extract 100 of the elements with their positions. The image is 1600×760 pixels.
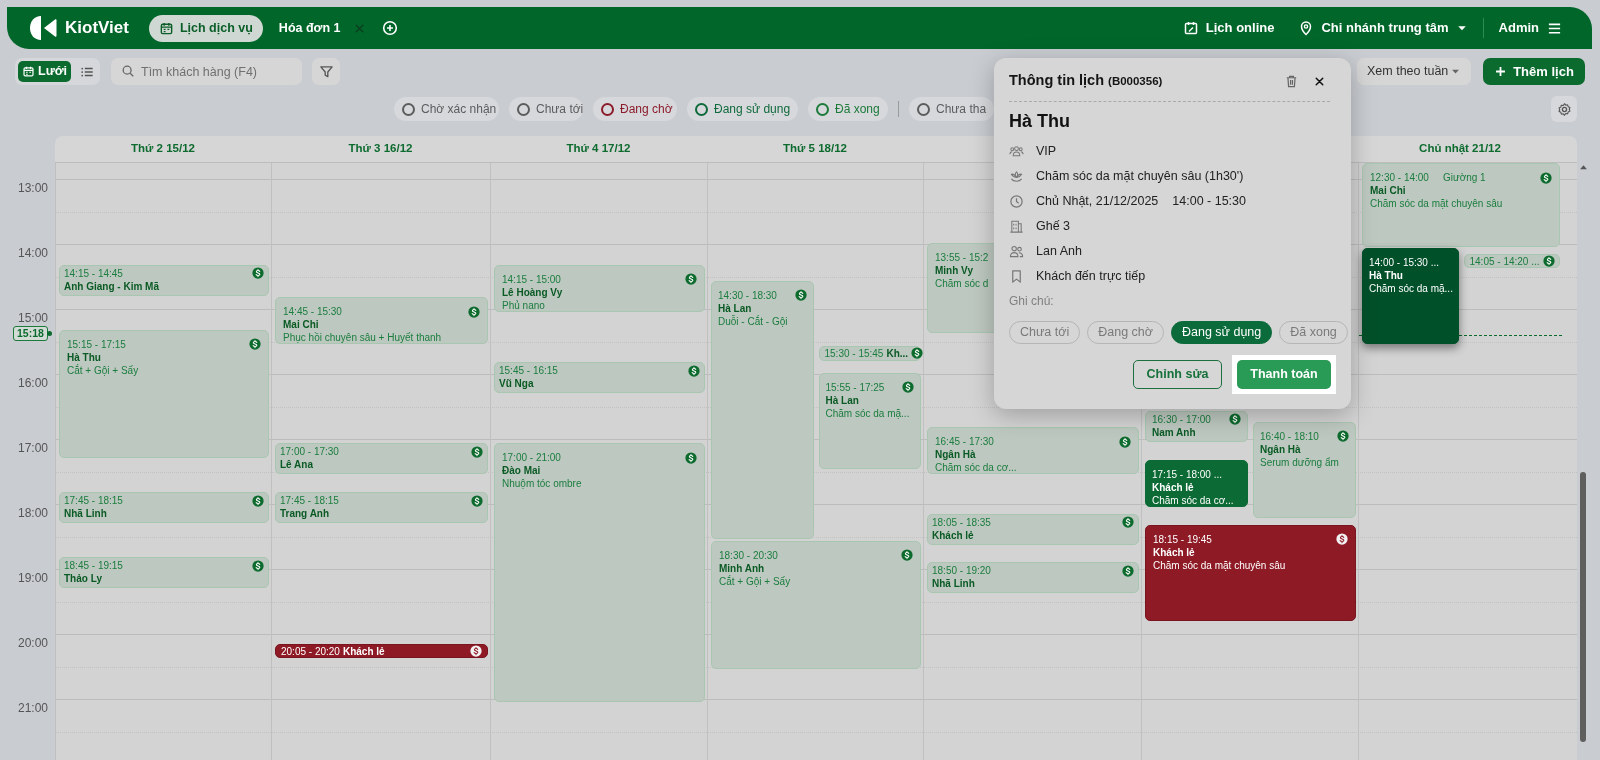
appointment-card[interactable]: 20:05 - 20:20 Khách lẻ (275, 643, 488, 659)
appointment-card[interactable]: 18:05 - 18:35 Khách lẻ (927, 513, 1139, 545)
customer-name: Anh Giang - Kim Mã (64, 279, 159, 293)
appointment-card[interactable]: 15:45 - 16:15 Vũ Nga (494, 362, 705, 394)
scrollbar-thumb[interactable] (1580, 472, 1586, 742)
appointment-card[interactable]: 18:45 - 19:15 Thảo Ly (59, 557, 269, 589)
tab[interactable]: Hóa đơn 1 (270, 14, 349, 42)
online-booking-link[interactable]: Lịch online (1182, 18, 1275, 38)
appointment-time: 14:15 - 14:45 (64, 266, 123, 280)
calendar-icon (1182, 20, 1199, 36)
appointment-card[interactable]: 17:00 - 17:30 Lê Ana (275, 443, 488, 475)
appointment-card[interactable]: 14:45 - 15:30 Mai Chi Phục hồi chuyên sâu + Huyết thanh (275, 297, 488, 345)
appointment-card[interactable]: 18:15 - 19:45 Khách lẻ Chăm sóc da mặt chuyên sâu (1145, 524, 1356, 621)
bed-label: Giường 1 (1442, 171, 1486, 184)
menu-icon (1547, 20, 1562, 36)
appointment-time: 18:05 - 18:35 (932, 515, 991, 529)
appointment-time: 17:45 - 18:15 (64, 494, 123, 508)
appointment-time: 14:15 - 15:00 (502, 272, 561, 286)
status-filter-chip[interactable]: Chưa tha (909, 97, 995, 121)
customer-name: Vũ Nga (499, 377, 534, 391)
add-appointment-button[interactable]: Thêm lịch (1483, 58, 1585, 85)
time-label: 21:00 (18, 701, 49, 716)
appointment-card[interactable]: 17:00 - 21:00 Đào Mai Nhuộm tóc ombre (494, 443, 705, 702)
service-name: Chăm sóc da mặ... (825, 406, 910, 420)
appointment-card[interactable]: 15:55 - 17:25 Hà Lan Chăm sóc da mặ... (818, 372, 921, 469)
grid-view-button[interactable]: Lưới (18, 61, 72, 82)
trash-icon[interactable] (1284, 73, 1299, 89)
search-field[interactable]: Tìm khách hàng (F4) (111, 58, 302, 85)
add-tab-icon[interactable] (381, 20, 398, 36)
appointment-time: 17:15 - 18:00 ... (1152, 467, 1223, 481)
time-label: 15:00 (18, 311, 49, 326)
appointment-time: 16:40 - 18:10 (1260, 429, 1319, 443)
scroll-up-icon[interactable] (1579, 163, 1588, 172)
time-range: 14:00 - 15:30 (1172, 193, 1246, 211)
customer-name: Khách lẻ (932, 528, 974, 542)
appointment-time: 15:15 - 17:15 (67, 337, 126, 351)
status-filter-chip[interactable]: Đang chờ (593, 97, 677, 121)
detail-text: VIP (1036, 143, 1057, 161)
branch-dropdown[interactable]: Chi nhánh trung tâm (1298, 18, 1468, 38)
appointment-card[interactable]: 14:00 - 15:30 ... Hà Thu Chăm sóc da mặ... (1362, 248, 1459, 345)
customer-name: Minh Vy (935, 263, 973, 277)
appointment-time: 15:45 - 16:15 (499, 364, 558, 378)
time-label: 18:00 (18, 506, 49, 521)
customer-name: Khách lẻ (1152, 480, 1194, 494)
time-label: 17:00 (18, 441, 49, 456)
appointment-card[interactable]: 14:05 - 14:20 ... (1463, 253, 1560, 269)
view-mode-dropdown[interactable]: Xem theo tuần (1357, 58, 1471, 85)
settings-button[interactable] (1551, 96, 1577, 122)
appointment-card[interactable]: 17:45 - 18:15 Nhã Linh (59, 492, 269, 524)
group-icon (1009, 144, 1024, 159)
customer-name: Ngân Hà (935, 448, 976, 462)
customer-name: Hà Lan (825, 393, 859, 407)
appointment-card[interactable]: 18:30 - 20:30 Minh Anh Cắt + Gội + Sấy (711, 540, 921, 670)
appointment-card[interactable]: 14:15 - 14:45 Anh Giang - Kim Mã (59, 264, 269, 296)
customer-name: Kh... (886, 346, 909, 361)
calendar-icon (158, 20, 174, 36)
status-filter-chip[interactable]: Đang sử dụng (687, 97, 798, 121)
customer-name: Hà Thu (1009, 110, 1070, 132)
user-menu[interactable]: Admin (1498, 18, 1562, 38)
appointment-card[interactable]: 16:40 - 18:10 Ngân Hà Serum dưỡng ẩm (1253, 421, 1356, 518)
appointment-time: 17:00 - 21:00 (502, 451, 561, 465)
service-name: Phủ nano (502, 298, 545, 312)
appointment-time: 16:30 - 17:00 (1152, 412, 1211, 426)
detail-text: Lan Anh (1036, 243, 1082, 261)
lotus-icon (1009, 169, 1024, 184)
edit-button[interactable]: Chỉnh sửa (1133, 360, 1222, 389)
filter-button[interactable] (312, 58, 340, 85)
customer-name: Đào Mai (502, 464, 541, 478)
appointment-card[interactable]: 16:45 - 17:30 Ngân Hà Chăm sóc da cơ... (927, 427, 1139, 475)
appointment-time: 14:45 - 15:30 (283, 305, 342, 319)
status-option[interactable]: Đang sử dụng (1171, 321, 1273, 344)
appointment-card[interactable]: 16:30 - 17:00 Nam Anh (1145, 410, 1248, 442)
appointment-card[interactable]: 12:30 - 14:00 Giường 1 Mai Chi Chăm sóc da mặt chuyên sâu (1362, 163, 1560, 247)
appointment-time: 12:30 - 14:00 (1370, 171, 1429, 184)
day-header: Chủ nhật 21/12 (1419, 141, 1501, 157)
appointment-card[interactable]: 17:15 - 18:00 ... Khách lẻ Chăm sóc da cơ... (1145, 459, 1248, 507)
appointment-card[interactable]: 18:50 - 19:20 Nhã Linh (927, 562, 1139, 594)
customer-name: Nhã Linh (932, 577, 975, 591)
service-name: Duỗi - Cắt - Gội (718, 314, 788, 328)
status-filter-chip[interactable]: Chưa tới (509, 97, 583, 121)
appointment-card[interactable]: 14:30 - 18:30 Hà Lan Duỗi - Cắt - Gội (711, 280, 814, 540)
customer-name: Minh Anh (719, 561, 765, 575)
appointment-card[interactable]: 17:45 - 18:15 Trang Anh (275, 492, 488, 524)
appointment-card[interactable]: 15:30 - 15:45 Kh... (818, 345, 921, 361)
appointment-card[interactable]: 14:15 - 15:00 Lê Hoàng Vy Phủ nano (494, 264, 705, 312)
appointment-time: 14:00 - 15:30 ... (1369, 256, 1440, 270)
detail-text: Chủ Nhật, 21/12/2025 (1036, 193, 1159, 211)
plus-icon (1494, 65, 1508, 78)
status-filter-chip[interactable]: Đã xong (808, 97, 888, 121)
tab[interactable]: Lịch dịch vụ (148, 14, 263, 42)
service-name: Cắt + Gội + Sấy (719, 574, 791, 588)
service-name: Chăm sóc da cơ... (1152, 493, 1234, 507)
appointment-time: 15:30 - 15:45 (824, 346, 884, 361)
service-name: Chăm sóc da mặt chuyên sâu (1153, 558, 1286, 572)
service-name: Phục hồi chuyên sâu + Huyết thanh (283, 331, 442, 345)
pay-button[interactable]: Thanh toán (1237, 360, 1331, 389)
status-filter-chip[interactable]: Chờ xác nhận (394, 97, 499, 121)
appointment-card[interactable]: 15:15 - 17:15 Hà Thu Cắt + Gội + Sấy (59, 329, 269, 459)
day-header: Thứ 3 16/12 (348, 141, 413, 157)
appointment-time: 13:55 - 15:2 (935, 250, 989, 264)
